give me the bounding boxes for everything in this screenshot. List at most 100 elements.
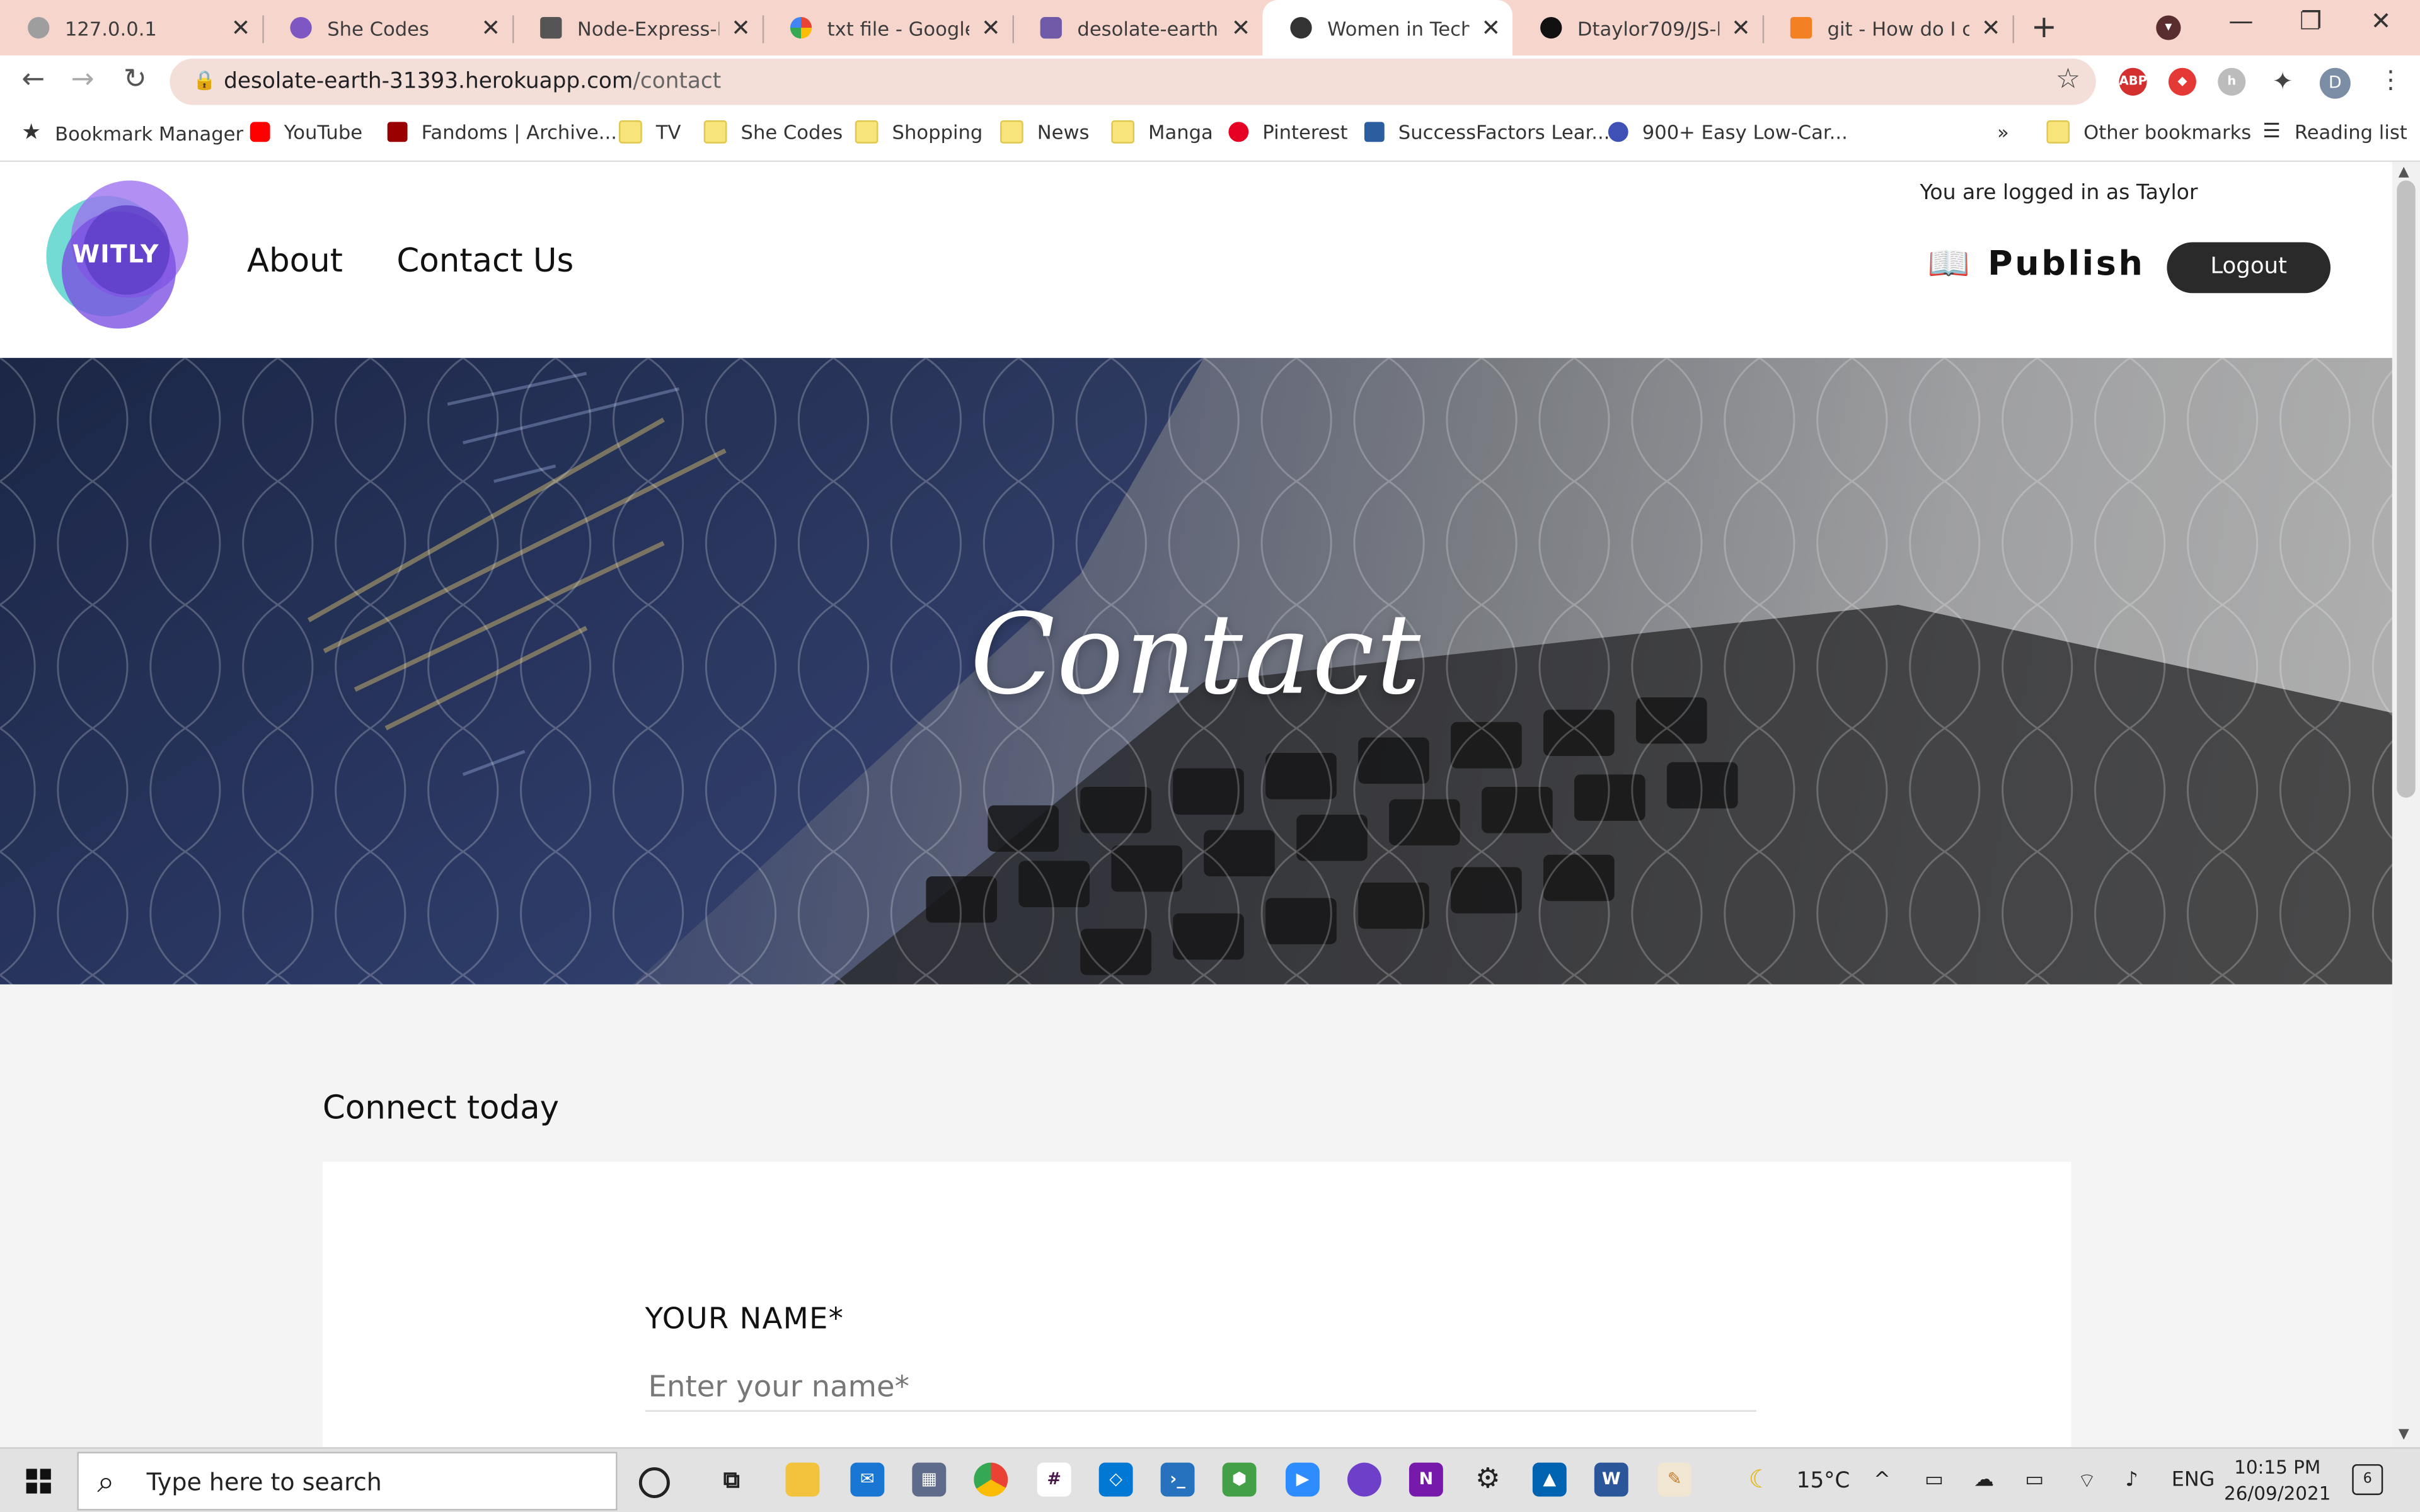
restore-icon[interactable]: ❐ xyxy=(2300,6,2322,36)
windows-taskbar: ⌕ Type here to search ⧉ ✉ ▦ # ◇ ›_ ⬢ ▶ N… xyxy=(0,1447,2420,1512)
file-explorer-icon[interactable] xyxy=(785,1462,820,1497)
volume-icon[interactable]: ♪ xyxy=(2125,1469,2138,1492)
web-page: WITLY About Contact Us You are logged in… xyxy=(0,162,2392,1448)
bookmark-item[interactable]: YouTube xyxy=(250,120,362,144)
page-scrollbar[interactable]: ▲ ▼ xyxy=(2392,162,2420,1448)
close-tab-icon[interactable]: ✕ xyxy=(1219,14,1263,42)
globe-icon xyxy=(28,16,50,39)
nav-contact-us[interactable]: Contact Us xyxy=(396,242,573,279)
scroll-down-icon[interactable]: ▼ xyxy=(2399,1427,2409,1442)
task-view-icon[interactable]: ⧉ xyxy=(715,1463,749,1497)
section-title: Connect today xyxy=(322,1089,560,1126)
puzzle-icon[interactable]: ✦ xyxy=(2269,67,2296,96)
profile-avatar[interactable]: D xyxy=(2319,67,2351,99)
close-tab-icon[interactable]: ✕ xyxy=(219,14,263,42)
bookmark-item[interactable]: Shopping xyxy=(855,120,982,144)
minimize-icon[interactable]: — xyxy=(2228,6,2253,36)
forward-icon[interactable]: → xyxy=(71,63,95,95)
clock[interactable]: 10:15 PM 26/09/2021 xyxy=(2224,1455,2331,1507)
close-tab-icon[interactable]: ✕ xyxy=(969,14,1013,42)
new-tab-button[interactable]: + xyxy=(2031,8,2057,45)
scrollbar-thumb[interactable] xyxy=(2397,180,2416,798)
bookmark-item[interactable]: 900+ Easy Low-Car... xyxy=(1608,120,1848,144)
extension-icon[interactable]: h xyxy=(2218,67,2246,96)
browser-tab[interactable]: desolate-earth-31 ✕ xyxy=(1013,0,1263,55)
globe-icon xyxy=(1290,16,1312,39)
browser-tab[interactable]: txt file - Google Se ✕ xyxy=(763,0,1013,55)
word-icon[interactable]: W xyxy=(1594,1462,1628,1497)
logo-text: WITLY xyxy=(72,239,159,269)
calculator-icon[interactable]: ▦ xyxy=(912,1462,947,1497)
language-indicator[interactable]: ENG xyxy=(2172,1469,2215,1492)
browser-tab[interactable]: Node-Express-EJS ✕ xyxy=(512,0,763,55)
bookmark-item[interactable]: Pinterest xyxy=(1228,120,1348,144)
google-icon xyxy=(790,16,812,39)
paint-icon[interactable]: ✎ xyxy=(1657,1462,1692,1497)
bookmark-item[interactable]: Fandoms | Archive... xyxy=(387,120,617,144)
photos-icon[interactable]: ▲ xyxy=(1532,1462,1567,1497)
github-desktop-icon[interactable] xyxy=(1347,1462,1381,1497)
menu-icon[interactable]: ⋮ xyxy=(2378,65,2403,94)
browser-tab[interactable]: She Codes ✕ xyxy=(262,0,512,55)
star-icon: ★ xyxy=(21,120,42,146)
name-label: YOUR NAME* xyxy=(645,1302,844,1336)
battery-icon[interactable]: ▭ xyxy=(2025,1469,2044,1492)
name-input[interactable] xyxy=(645,1363,1756,1412)
mail-icon[interactable]: ✉ xyxy=(850,1462,885,1497)
bookmark-item[interactable]: News xyxy=(1000,120,1089,144)
settings-gear-icon[interactable]: ⚙ xyxy=(1471,1463,1505,1497)
reading-list[interactable]: ☰ Reading list xyxy=(2262,120,2407,144)
publish-link[interactable]: 📖 Publish xyxy=(1928,245,2145,284)
lock-icon[interactable]: 🔒 xyxy=(193,69,216,91)
heroku-icon xyxy=(1040,16,1062,39)
close-tab-icon[interactable]: ✕ xyxy=(469,14,512,42)
bookmark-item[interactable]: TV xyxy=(619,120,681,144)
bookmark-item[interactable]: Manga xyxy=(1111,120,1213,144)
close-tab-icon[interactable]: ✕ xyxy=(1969,14,2013,42)
tab-search-icon[interactable]: ▾ xyxy=(2156,15,2181,40)
bookmark-item[interactable]: She Codes xyxy=(703,120,843,144)
slack-icon[interactable]: # xyxy=(1037,1462,1071,1497)
hero-title: Contact xyxy=(970,589,1422,719)
contact-form: YOUR NAME* xyxy=(322,1162,2071,1448)
powershell-icon[interactable]: ›_ xyxy=(1160,1462,1195,1497)
taskbar-search[interactable]: ⌕ Type here to search xyxy=(77,1452,618,1511)
more-bookmarks-icon[interactable]: » xyxy=(1997,120,2009,144)
close-tab-icon[interactable]: ✕ xyxy=(1469,14,1512,42)
nodejs-icon[interactable]: ⬢ xyxy=(1222,1462,1257,1497)
reload-icon[interactable]: ↻ xyxy=(124,63,147,95)
bookmark-item[interactable]: SuccessFactors Lear... xyxy=(1364,120,1610,144)
meet-icon[interactable]: ▭ xyxy=(1925,1469,1944,1492)
onenote-icon[interactable]: N xyxy=(1409,1462,1443,1497)
zoom-icon[interactable]: ▶ xyxy=(1286,1462,1320,1497)
wifi-icon[interactable]: ⌔ xyxy=(2077,1469,2096,1494)
weather-moon-icon: ☾ xyxy=(1748,1464,1771,1494)
weather-temperature[interactable]: 15°C xyxy=(1797,1469,1850,1493)
other-bookmarks[interactable]: Other bookmarks xyxy=(2046,120,2251,144)
logout-button[interactable]: Logout xyxy=(2167,242,2331,294)
browser-tab[interactable]: 127.0.0.1 ✕ xyxy=(0,0,262,55)
cortana-icon[interactable] xyxy=(638,1467,670,1498)
witly-logo[interactable]: WITLY xyxy=(37,178,195,335)
chrome-icon[interactable] xyxy=(974,1462,1008,1497)
close-window-icon[interactable]: ✕ xyxy=(2371,6,2392,36)
pinterest-icon xyxy=(1228,122,1249,142)
bookmark-star-icon[interactable]: ☆ xyxy=(2056,63,2081,95)
close-tab-icon[interactable]: ✕ xyxy=(719,14,763,42)
adblock-icon[interactable]: ABP xyxy=(2119,67,2147,96)
browser-tab[interactable]: git - How do I cre ✕ xyxy=(1763,0,2013,55)
notification-center-icon[interactable]: 6 xyxy=(2352,1464,2383,1496)
windows-start-icon[interactable] xyxy=(26,1469,51,1494)
browser-tab-active[interactable]: Women in Tech ✕ xyxy=(1262,0,1513,56)
vscode-icon[interactable]: ◇ xyxy=(1098,1462,1133,1497)
extension-icon[interactable]: ◆ xyxy=(2168,67,2196,96)
nav-about[interactable]: About xyxy=(247,242,343,279)
address-bar[interactable]: 🔒 desolate-earth-31393.herokuapp.com/con… xyxy=(170,59,2096,105)
close-tab-icon[interactable]: ✕ xyxy=(1719,14,1763,42)
browser-tab[interactable]: Dtaylor709/JS-Pro ✕ xyxy=(1512,0,1763,55)
scroll-up-icon[interactable]: ▲ xyxy=(2399,165,2409,180)
tray-chevron-icon[interactable]: ^ xyxy=(1874,1469,1891,1492)
onedrive-icon[interactable]: ☁ xyxy=(1974,1469,1994,1492)
bookmark-item[interactable]: ★ Bookmark Manager xyxy=(21,120,243,145)
back-icon[interactable]: ← xyxy=(21,63,45,95)
